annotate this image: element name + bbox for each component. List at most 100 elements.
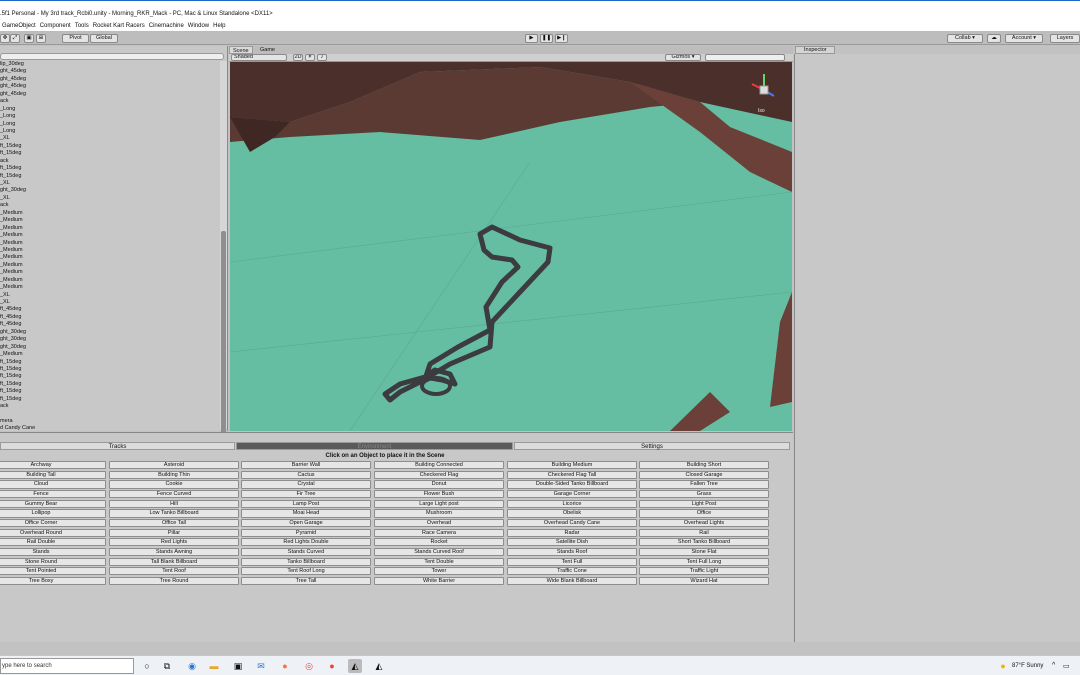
place-tall-blank-billboard-button[interactable]: Tall Blank Billboard <box>109 557 239 566</box>
transform-tool-icon[interactable]: ⊞ <box>36 34 46 43</box>
hierarchy-item[interactable]: ght_45deg <box>0 91 220 98</box>
hierarchy-item[interactable]: ft_15deg <box>0 150 220 157</box>
place-tent-double-button[interactable]: Tent Double <box>374 557 504 566</box>
hierarchy-item[interactable]: _Long <box>0 121 220 128</box>
place-barrier-wall-button[interactable]: Barrier Wall <box>241 461 371 470</box>
place-stone-round-button[interactable]: Stone Round <box>0 557 106 566</box>
tab-scene[interactable]: Scene <box>229 46 253 54</box>
place-wide-blank-billboard-button[interactable]: Wide Blank Billboard <box>507 576 637 586</box>
place-obelisk-button[interactable]: Obelisk <box>507 509 637 518</box>
hierarchy-item[interactable]: _Medium <box>0 277 220 284</box>
tab-settings[interactable]: Settings <box>514 442 790 450</box>
place-rail-button[interactable]: Rail <box>639 528 769 537</box>
place-tent-roof-button[interactable]: Tent Roof <box>109 567 239 576</box>
place-traffic-cone-button[interactable]: Traffic Cone <box>507 567 637 576</box>
hierarchy-item[interactable]: _Medium <box>0 269 220 276</box>
place-wizard-hat-button[interactable]: Wizard Hat <box>639 576 769 586</box>
unity-icon[interactable]: ◭ <box>348 659 362 673</box>
tab-environment[interactable]: Environment <box>236 442 513 450</box>
place-stone-flat-button[interactable]: Stone Flat <box>639 547 769 557</box>
place-large-light-post-button[interactable]: Large Light post <box>374 499 504 508</box>
cloud-icon[interactable]: ☁ <box>987 34 1001 43</box>
place-crystal-button[interactable]: Crystal <box>241 480 371 489</box>
hierarchy-item[interactable]: ft_15deg <box>0 396 220 403</box>
hierarchy-item[interactable]: _Medium <box>0 210 220 217</box>
tab-tracks[interactable]: Tracks <box>0 442 235 450</box>
place-tree-round-button[interactable]: Tree Round <box>109 576 239 586</box>
step-button[interactable]: ▶❙ <box>555 34 568 43</box>
hierarchy-item[interactable]: ack <box>0 202 220 209</box>
task-view-icon[interactable]: ⧉ <box>160 659 174 673</box>
place-checkered-flag-button[interactable]: Checkered Flag <box>374 470 504 479</box>
hierarchy-item[interactable]: ght_45deg <box>0 83 220 90</box>
shading-mode-dropdown[interactable]: Shaded <box>231 54 287 61</box>
place-stands-button[interactable]: Stands <box>0 547 106 557</box>
place-overhead-lights-button[interactable]: Overhead Lights <box>639 518 769 528</box>
hierarchy-scroll-thumb[interactable] <box>221 231 226 466</box>
place-tower-button[interactable]: Tower <box>374 567 504 576</box>
hierarchy-item[interactable]: ft_15deg <box>0 143 220 150</box>
hierarchy-item[interactable]: ft_15deg <box>0 366 220 373</box>
hierarchy-item[interactable]: ght_30deg <box>0 329 220 336</box>
orientation-gizmo-icon[interactable] <box>744 70 784 110</box>
gizmos-dropdown[interactable]: Gizmos ▾ <box>665 54 701 61</box>
lighting-toggle-icon[interactable]: ☀ <box>305 54 315 61</box>
place-race-camera-button[interactable]: Race Camera <box>374 528 504 537</box>
place-office-corner-button[interactable]: Office Corner <box>0 518 106 528</box>
chrome-icon[interactable]: ◎ <box>302 659 316 673</box>
hierarchy-item[interactable]: _XL <box>0 292 220 299</box>
place-flower-bush-button[interactable]: Flower Bush <box>374 489 504 499</box>
hierarchy-item[interactable]: ft_45deg <box>0 314 220 321</box>
hierarchy-item[interactable]: _Medium <box>0 262 220 269</box>
place-archway-button[interactable]: Archway <box>0 461 106 470</box>
menu-item-component[interactable]: Component <box>38 20 73 29</box>
place-moai-head-button[interactable]: Moai Head <box>241 509 371 518</box>
place-open-garage-button[interactable]: Open Garage <box>241 518 371 528</box>
place-hill-button[interactable]: Hill <box>109 499 239 508</box>
network-icon[interactable]: ▭ <box>1063 662 1070 670</box>
hierarchy-item[interactable]: ack <box>0 98 220 105</box>
hierarchy-item[interactable]: ft_15deg <box>0 388 220 395</box>
place-cloud-button[interactable]: Cloud <box>0 480 106 489</box>
cortana-icon[interactable]: ○ <box>140 659 154 673</box>
place-building-tall-button[interactable]: Building Tall <box>0 470 106 479</box>
place-tent-full-button[interactable]: Tent Full <box>507 557 637 566</box>
hierarchy-item[interactable]: _Long <box>0 113 220 120</box>
hierarchy-item[interactable]: _Medium <box>0 232 220 239</box>
place-garage-corner-button[interactable]: Garage Corner <box>507 489 637 499</box>
hierarchy-item[interactable]: ght_30deg <box>0 336 220 343</box>
place-tent-full-long-button[interactable]: Tent Full Long <box>639 557 769 566</box>
hierarchy-item[interactable]: _Long <box>0 106 220 113</box>
global-toggle[interactable]: Global <box>90 34 118 43</box>
scene-search-input[interactable] <box>705 54 785 61</box>
place-checkered-flag-tall-button[interactable]: Checkered Flag Tall <box>507 470 637 479</box>
place-office-tall-button[interactable]: Office Tall <box>109 518 239 528</box>
menu-item-window[interactable]: Window <box>186 20 211 29</box>
hierarchy-item[interactable]: _Medium <box>0 247 220 254</box>
place-tent-roof-long-button[interactable]: Tent Roof Long <box>241 567 371 576</box>
hierarchy-item[interactable]: ft_45deg <box>0 321 220 328</box>
place-fence-button[interactable]: Fence <box>0 489 106 499</box>
place-mushroom-button[interactable]: Mushroom <box>374 509 504 518</box>
place-stands-curved-roof-button[interactable]: Stands Curved Roof <box>374 547 504 557</box>
collab-dropdown[interactable]: Collab ▾ <box>947 34 983 43</box>
pause-button[interactable]: ❚❚ <box>540 34 553 43</box>
layers-dropdown[interactable]: Layers <box>1050 34 1080 43</box>
hierarchy-item[interactable]: ft_15deg <box>0 165 220 172</box>
place-fir-tree-button[interactable]: Fir Tree <box>241 489 371 499</box>
hierarchy-item[interactable]: ft_15deg <box>0 373 220 380</box>
place-radar-button[interactable]: Radar <box>507 528 637 537</box>
hierarchy-item[interactable]: _Medium <box>0 254 220 261</box>
play-button[interactable]: ▶ <box>525 34 538 43</box>
audio-toggle-icon[interactable]: ♪ <box>317 54 327 61</box>
file-explorer-icon[interactable]: ▬ <box>207 659 221 673</box>
place-asteroid-button[interactable]: Asteroid <box>109 461 239 470</box>
hierarchy-item[interactable] <box>0 411 220 418</box>
place-tree-tall-button[interactable]: Tree Tall <box>241 576 371 586</box>
hierarchy-item[interactable]: _XL <box>0 180 220 187</box>
hierarchy-item[interactable]: ft_15deg <box>0 359 220 366</box>
hierarchy-item[interactable]: mera <box>0 418 220 425</box>
place-stands-awning-button[interactable]: Stands Awning <box>109 547 239 557</box>
place-gummy-bear-button[interactable]: Gummy Bear <box>0 499 106 508</box>
hierarchy-item[interactable]: _Medium <box>0 284 220 291</box>
